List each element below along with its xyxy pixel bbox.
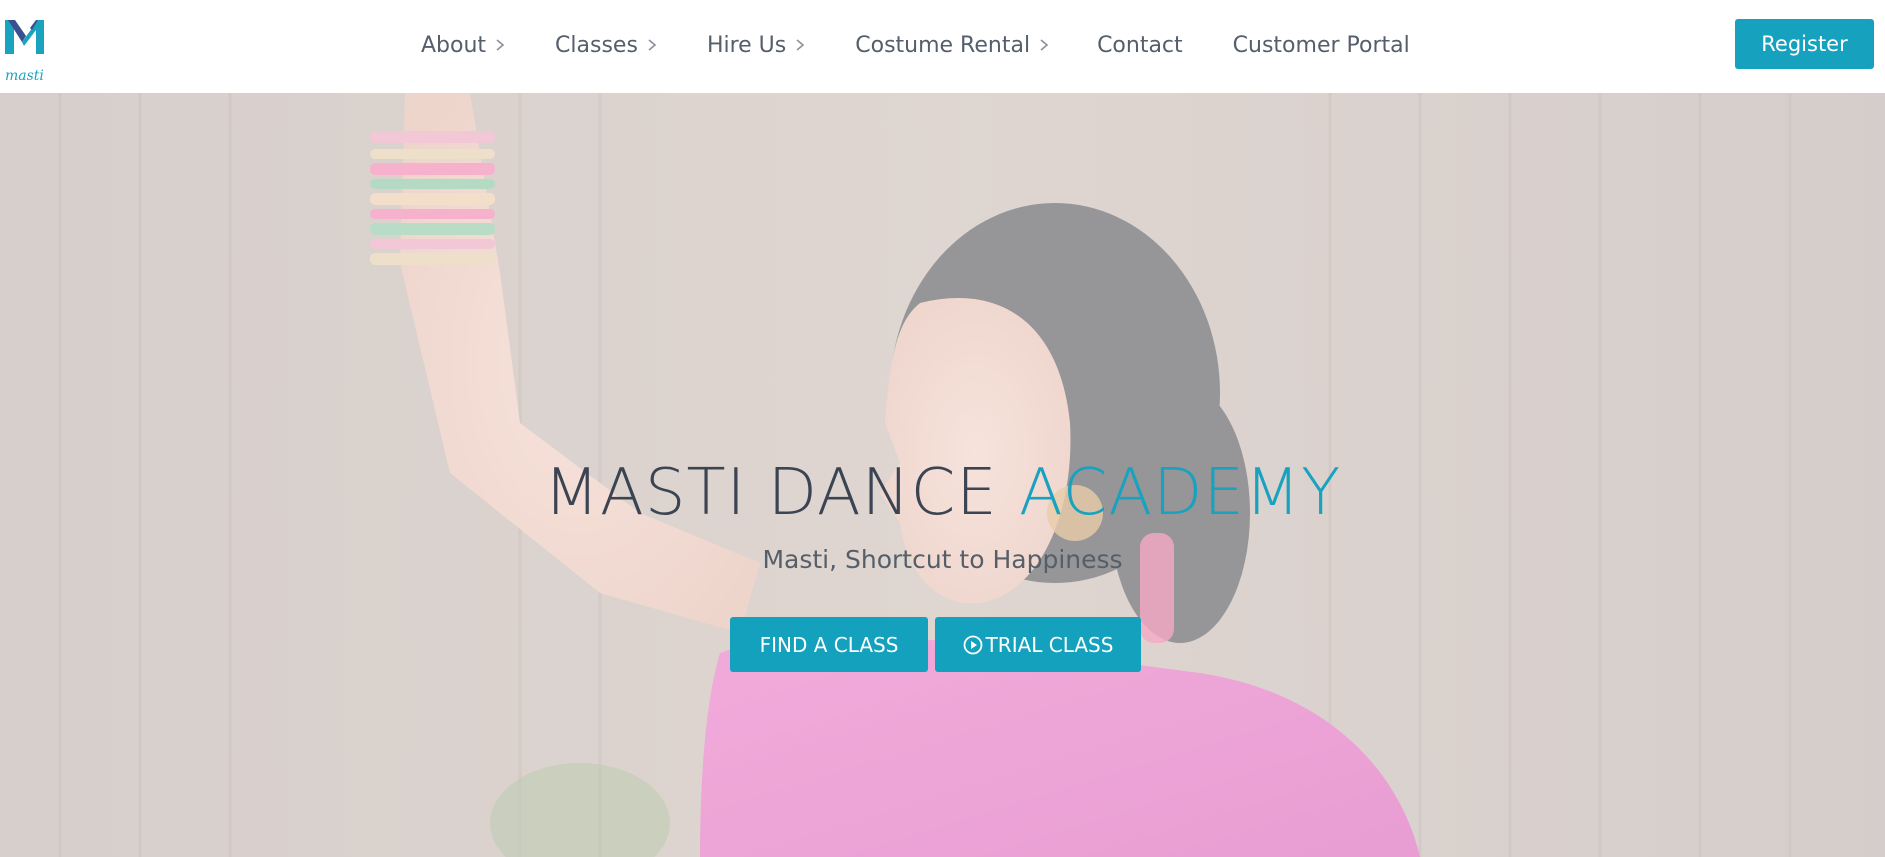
chevron-right-icon: [1039, 38, 1049, 52]
nav-label-classes: Classes: [555, 32, 638, 58]
nav-label-contact: Contact: [1097, 32, 1183, 58]
trial-class-label: TRIAL CLASS: [985, 632, 1114, 657]
hero-cta-row: FIND A CLASS TRIAL CLASS: [730, 617, 1141, 672]
nav-label-customer-portal: Customer Portal: [1232, 32, 1410, 58]
nav-item-hire-us[interactable]: Hire Us: [707, 33, 805, 58]
logo-wordmark: masti: [5, 68, 44, 84]
hero-subtitle: Masti, Shortcut to Happiness: [762, 545, 1123, 574]
hero-title: MASTI DANCE ACADEMY: [0, 461, 1885, 525]
play-circle-icon: [963, 635, 983, 655]
site-header: masti About Classes Hire Us Costume Rent…: [0, 0, 1885, 93]
hero-section: MASTI DANCE ACADEMY Masti, Shortcut to H…: [0, 93, 1885, 857]
hero-title-accent: ACADEMY: [1019, 456, 1342, 530]
register-button[interactable]: Register: [1735, 19, 1874, 69]
chevron-right-icon: [647, 38, 657, 52]
nav-label-about: About: [421, 32, 487, 58]
nav-item-classes[interactable]: Classes: [555, 33, 657, 58]
main-navigation: About Classes Hire Us Costume Rental Con…: [421, 28, 1410, 62]
hero-title-main: MASTI DANCE: [543, 456, 1020, 530]
chevron-right-icon: [495, 38, 505, 52]
nav-label-hire-us: Hire Us: [706, 32, 787, 58]
masti-m-logo-icon: [5, 20, 44, 54]
find-a-class-label: FIND A CLASS: [759, 632, 899, 657]
chevron-right-icon: [795, 38, 805, 52]
nav-label-costume-rental: Costume Rental: [855, 32, 1031, 58]
nav-item-about[interactable]: About: [421, 33, 505, 58]
site-logo[interactable]: masti: [2, 16, 48, 84]
nav-item-costume-rental[interactable]: Costume Rental: [855, 33, 1049, 58]
trial-class-button[interactable]: TRIAL CLASS: [935, 617, 1141, 672]
nav-item-contact[interactable]: Contact: [1097, 33, 1183, 58]
nav-item-customer-portal[interactable]: Customer Portal: [1233, 33, 1410, 58]
find-a-class-button[interactable]: FIND A CLASS: [730, 617, 928, 672]
